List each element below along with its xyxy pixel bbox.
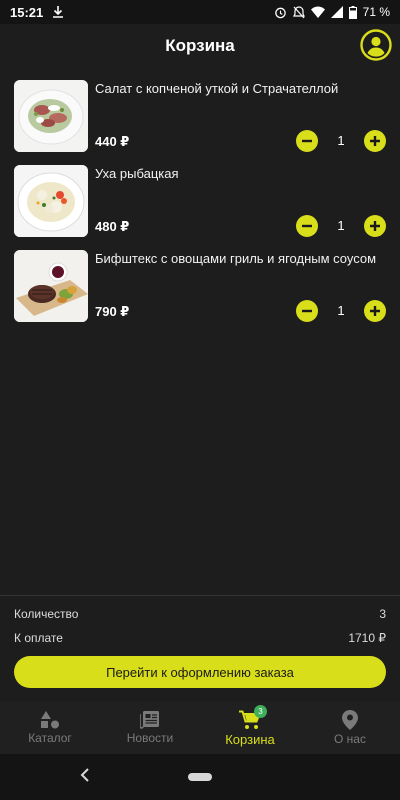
quantity-stepper: 1: [296, 300, 386, 322]
plus-icon: [370, 221, 380, 231]
item-quantity: 1: [337, 303, 345, 318]
system-navigation-bar: [0, 754, 400, 800]
quantity-stepper: 1: [296, 215, 386, 237]
total-value: 1710 ₽: [348, 631, 386, 645]
item-price: 480 ₽: [95, 219, 130, 234]
news-icon: [140, 711, 159, 729]
bottom-navigation: Каталог Новости 3 Корзина О нас: [0, 702, 400, 754]
dish-image-soup[interactable]: [14, 165, 88, 237]
nav-item-cart[interactable]: 3 Корзина: [200, 702, 300, 754]
dish-image-steak[interactable]: [14, 250, 88, 322]
nav-label: Новости: [126, 731, 174, 745]
nav-item-news[interactable]: Новости: [100, 702, 200, 754]
plus-icon: [370, 306, 380, 316]
quantity-stepper: 1: [296, 130, 386, 152]
page-title: Корзина: [165, 36, 235, 55]
item-name: Уха рыбацкая: [95, 166, 179, 181]
steak-image: [14, 250, 88, 322]
decrease-button[interactable]: [296, 300, 318, 322]
location-pin-icon: [342, 710, 358, 730]
catalog-icon: [41, 711, 59, 729]
increase-button[interactable]: [364, 300, 386, 322]
cart-count-badge: 3: [254, 705, 267, 718]
item-quantity: 1: [337, 218, 345, 233]
battery-icon: [348, 5, 357, 19]
checkout-button[interactable]: Перейти к оформлению заказа: [14, 656, 386, 688]
minus-icon: [302, 224, 312, 228]
decrease-button[interactable]: [296, 215, 318, 237]
cart-item: Уха рыбацкая 480 ₽ 1: [0, 163, 400, 248]
signal-icon: [330, 6, 343, 18]
home-pill[interactable]: [188, 773, 212, 781]
order-summary: Количество 3 К оплате 1710 ₽ Перейти к о…: [0, 595, 400, 702]
item-price: 790 ₽: [95, 304, 130, 319]
cart-item: Салат с копченой уткой и Страчателлой 44…: [0, 78, 400, 163]
item-price: 440 ₽: [95, 134, 130, 149]
profile-icon: [360, 29, 392, 61]
decrease-button[interactable]: [296, 130, 318, 152]
app-header: Корзина: [0, 24, 400, 68]
status-bar: 15:21 71 %: [0, 0, 400, 24]
nav-item-about[interactable]: О нас: [300, 702, 400, 754]
dnd-off-icon: [292, 5, 305, 18]
quantity-value: 3: [379, 607, 386, 621]
minus-icon: [302, 309, 312, 313]
status-time: 15:21: [10, 4, 44, 20]
download-icon: [53, 6, 64, 18]
cart-list: Салат с копченой уткой и Страчателлой 44…: [0, 78, 400, 333]
dish-image-salad[interactable]: [14, 80, 88, 152]
quantity-row: Количество 3: [14, 607, 386, 625]
minus-icon: [302, 139, 312, 143]
alarm-icon: [274, 7, 286, 18]
battery-percent: 71 %: [362, 5, 390, 19]
increase-button[interactable]: [364, 215, 386, 237]
profile-button[interactable]: [360, 29, 392, 61]
item-quantity: 1: [337, 133, 345, 148]
salad-image: [14, 80, 88, 152]
increase-button[interactable]: [364, 130, 386, 152]
nav-label: О нас: [334, 732, 366, 746]
wifi-icon: [310, 6, 325, 18]
nav-label: Каталог: [28, 731, 72, 745]
plus-icon: [370, 136, 380, 146]
item-name: Бифштекс с овощами гриль и ягодным соусо…: [95, 251, 377, 266]
nav-label: Корзина: [225, 731, 275, 747]
cart-item: Бифштекс с овощами гриль и ягодным соусо…: [0, 248, 400, 333]
total-label: К оплате: [14, 631, 63, 645]
back-icon[interactable]: [80, 768, 90, 782]
quantity-label: Количество: [14, 607, 79, 621]
soup-image: [14, 165, 88, 237]
total-row: К оплате 1710 ₽: [14, 631, 386, 649]
nav-item-catalog[interactable]: Каталог: [0, 702, 100, 754]
item-name: Салат с копченой уткой и Страчателлой: [95, 81, 339, 96]
